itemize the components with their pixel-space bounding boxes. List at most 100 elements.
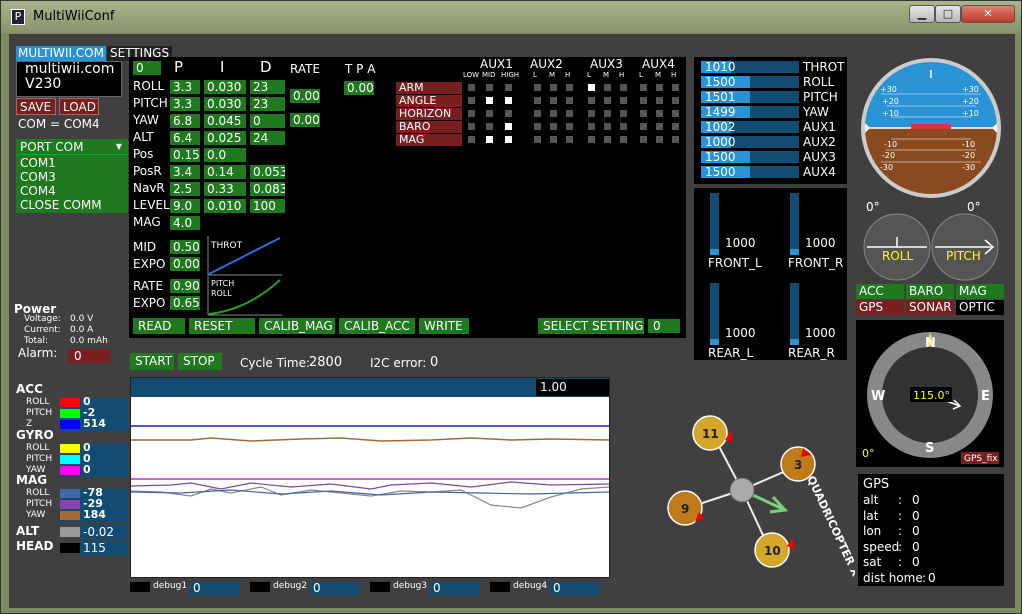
expo2-input[interactable]: 0.65 <box>170 296 200 310</box>
aux-checkbox-angle-7[interactable] <box>604 97 611 104</box>
aux-checkbox-angle-2[interactable] <box>505 97 512 104</box>
pid-i-input-pos[interactable]: 0.0 <box>204 148 246 162</box>
pid-i-input-posr[interactable]: 0.14 <box>204 165 246 179</box>
aux-checkbox-mag-6[interactable] <box>588 136 595 143</box>
aux-checkbox-baro-11[interactable] <box>672 123 679 130</box>
aux-checkbox-arm-6[interactable] <box>588 84 595 91</box>
pid-d-input-alt[interactable]: 24 <box>250 131 285 145</box>
port-item-com4[interactable]: COM4 <box>16 184 56 198</box>
minimize-button[interactable]: ▁ <box>909 5 935 23</box>
aux-checkbox-horizon-6[interactable] <box>588 110 595 117</box>
alarm-value[interactable]: 0 <box>68 349 110 363</box>
pid-d-input-roll[interactable]: 23 <box>250 80 285 94</box>
aux-checkbox-arm-11[interactable] <box>672 84 679 91</box>
aux-checkbox-mag-4[interactable] <box>550 136 557 143</box>
pid-p-input-alt[interactable]: 6.4 <box>170 131 200 145</box>
pid-p-input-level[interactable]: 9.0 <box>170 199 200 213</box>
pid-p-input-posr[interactable]: 3.4 <box>170 165 200 179</box>
aux-checkbox-arm-4[interactable] <box>550 84 557 91</box>
aux-checkbox-baro-10[interactable] <box>656 123 663 130</box>
read-button[interactable]: READ <box>133 318 185 334</box>
aux-checkbox-baro-4[interactable] <box>550 123 557 130</box>
aux-checkbox-arm-8[interactable] <box>620 84 627 91</box>
aux-checkbox-horizon-0[interactable] <box>468 110 475 117</box>
pid-d-input-pitch[interactable]: 23 <box>250 97 285 111</box>
pid-d-input-posr[interactable]: 0.053 <box>250 165 285 179</box>
rate-yaw-input[interactable]: 0.00 <box>290 113 320 127</box>
pid-i-input-pitch[interactable]: 0.030 <box>204 97 246 111</box>
aux-checkbox-mag-3[interactable] <box>534 136 541 143</box>
aux-checkbox-arm-10[interactable] <box>656 84 663 91</box>
aux-checkbox-horizon-7[interactable] <box>604 110 611 117</box>
pid-i-input-navr[interactable]: 0.33 <box>204 182 246 196</box>
reset-button[interactable]: RESET <box>189 318 255 334</box>
aux-checkbox-arm-1[interactable] <box>486 84 493 91</box>
port-com-dropdown[interactable]: PORT COM ▼ <box>16 139 128 155</box>
pid-p-input-pitch[interactable]: 3.3 <box>170 97 200 111</box>
load-button[interactable]: LOAD <box>59 98 99 115</box>
aux-checkbox-mag-8[interactable] <box>620 136 627 143</box>
save-button[interactable]: SAVE <box>16 98 56 115</box>
aux-checkbox-horizon-11[interactable] <box>672 110 679 117</box>
pid-i-input-alt[interactable]: 0.025 <box>204 131 246 145</box>
aux-checkbox-arm-0[interactable] <box>468 84 475 91</box>
aux-checkbox-mag-1[interactable] <box>486 136 493 143</box>
pid-d-input-navr[interactable]: 0.083 <box>250 182 285 196</box>
aux-checkbox-horizon-4[interactable] <box>550 110 557 117</box>
port-item-close-comm[interactable]: CLOSE COMM <box>16 198 102 212</box>
mid-input[interactable]: 0.50 <box>170 240 200 254</box>
aux-checkbox-horizon-10[interactable] <box>656 110 663 117</box>
aux-checkbox-horizon-2[interactable] <box>505 110 512 117</box>
pid-p-input-pos[interactable]: 0.15 <box>170 148 200 162</box>
aux-checkbox-angle-0[interactable] <box>468 97 475 104</box>
pid-d-input-yaw[interactable]: 0 <box>250 114 285 128</box>
calib-acc-button[interactable]: CALIB_ACC <box>339 318 415 334</box>
aux-checkbox-mag-11[interactable] <box>672 136 679 143</box>
aux-checkbox-mag-2[interactable] <box>505 136 512 143</box>
aux-checkbox-angle-10[interactable] <box>656 97 663 104</box>
aux-checkbox-arm-5[interactable] <box>566 84 573 91</box>
aux-checkbox-arm-9[interactable] <box>640 84 647 91</box>
aux-checkbox-mag-0[interactable] <box>468 136 475 143</box>
aux-checkbox-angle-6[interactable] <box>588 97 595 104</box>
select-setting-value[interactable]: 0 <box>648 319 680 333</box>
aux-checkbox-angle-8[interactable] <box>620 97 627 104</box>
tab-multiwii[interactable]: MULTIWII.COM <box>16 46 106 61</box>
close-button[interactable]: ✕ <box>961 5 1015 23</box>
pid-i-input-yaw[interactable]: 0.045 <box>204 114 246 128</box>
aux-checkbox-horizon-5[interactable] <box>566 110 573 117</box>
aux-checkbox-baro-3[interactable] <box>534 123 541 130</box>
pid-p-input-roll[interactable]: 3.3 <box>170 80 200 94</box>
stop-button[interactable]: STOP <box>178 353 222 370</box>
aux-checkbox-horizon-1[interactable] <box>486 110 493 117</box>
aux-checkbox-angle-9[interactable] <box>640 97 647 104</box>
aux-checkbox-angle-1[interactable] <box>486 97 493 104</box>
aux-checkbox-mag-10[interactable] <box>656 136 663 143</box>
aux-checkbox-arm-7[interactable] <box>604 84 611 91</box>
aux-checkbox-angle-11[interactable] <box>672 97 679 104</box>
aux-checkbox-baro-9[interactable] <box>640 123 647 130</box>
pid-i-input-level[interactable]: 0.010 <box>204 199 246 213</box>
aux-checkbox-horizon-9[interactable] <box>640 110 647 117</box>
aux-checkbox-baro-0[interactable] <box>468 123 475 130</box>
select-setting-button[interactable]: SELECT SETTING <box>538 318 644 334</box>
pid-p-input-mag[interactable]: 4.0 <box>170 216 200 230</box>
port-item-com3[interactable]: COM3 <box>16 170 56 184</box>
port-item-com1[interactable]: COM1 <box>16 156 56 170</box>
aux-checkbox-mag-5[interactable] <box>566 136 573 143</box>
aux-checkbox-mag-9[interactable] <box>640 136 647 143</box>
aux-checkbox-angle-5[interactable] <box>566 97 573 104</box>
aux-checkbox-arm-2[interactable] <box>505 84 512 91</box>
aux-checkbox-baro-6[interactable] <box>588 123 595 130</box>
aux-checkbox-baro-1[interactable] <box>486 123 493 130</box>
aux-checkbox-baro-8[interactable] <box>620 123 627 130</box>
aux-checkbox-angle-3[interactable] <box>534 97 541 104</box>
expo-input[interactable]: 0.00 <box>170 257 200 271</box>
start-button[interactable]: START <box>130 353 174 370</box>
calib-mag-button[interactable]: CALIB_MAG <box>259 318 335 334</box>
pid-p-input-yaw[interactable]: 6.8 <box>170 114 200 128</box>
write-button[interactable]: WRITE <box>419 318 469 334</box>
graph-scale-value[interactable]: 1.00 <box>536 379 609 396</box>
pid-d-input-level[interactable]: 100 <box>250 199 285 213</box>
aux-checkbox-arm-3[interactable] <box>534 84 541 91</box>
